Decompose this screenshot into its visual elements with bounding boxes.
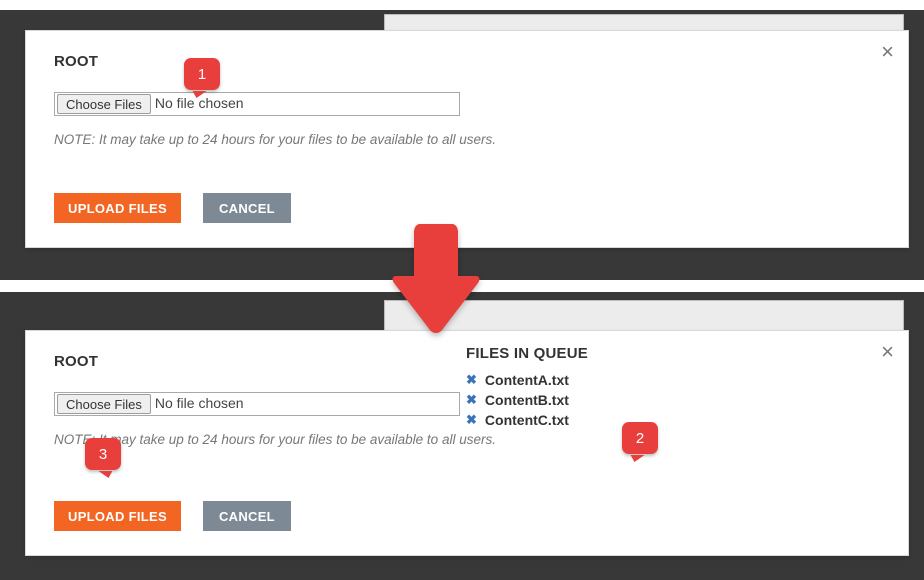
- file-input[interactable]: Choose Files No file chosen: [54, 392, 460, 416]
- upload-modal: × ROOT Choose Files No file chosen NOTE:…: [25, 30, 909, 248]
- note-text: NOTE: It may take up to 24 hours for you…: [54, 432, 880, 447]
- queue-item: ✖ ContentC.txt: [466, 410, 766, 430]
- queue-file-name: ContentA.txt: [485, 372, 569, 388]
- file-input-status: No file chosen: [151, 393, 248, 415]
- choose-files-button[interactable]: Choose Files: [57, 94, 151, 114]
- button-row: UPLOAD FILES CANCEL: [54, 501, 880, 531]
- upload-files-button[interactable]: UPLOAD FILES: [54, 193, 181, 223]
- remove-file-icon[interactable]: ✖: [466, 412, 477, 428]
- upload-modal: × ROOT Choose Files No file chosen NOTE:…: [25, 330, 909, 556]
- background-white-strip: [0, 0, 924, 10]
- queue-title: FILES IN QUEUE: [466, 345, 766, 362]
- note-text: NOTE: It may take up to 24 hours for you…: [54, 132, 880, 147]
- button-row: UPLOAD FILES CANCEL: [54, 193, 880, 223]
- remove-file-icon[interactable]: ✖: [466, 372, 477, 388]
- modal-title: ROOT: [54, 53, 880, 70]
- queue-item: ✖ ContentB.txt: [466, 390, 766, 410]
- choose-files-button[interactable]: Choose Files: [57, 394, 151, 414]
- queue-file-name: ContentB.txt: [485, 392, 569, 408]
- remove-file-icon[interactable]: ✖: [466, 392, 477, 408]
- upload-files-button[interactable]: UPLOAD FILES: [54, 501, 181, 531]
- close-icon[interactable]: ×: [881, 341, 894, 363]
- close-icon[interactable]: ×: [881, 41, 894, 63]
- callout-3: 3: [85, 438, 121, 470]
- queue-file-name: ContentC.txt: [485, 412, 569, 428]
- downward-arrow-icon: [392, 222, 480, 334]
- file-input[interactable]: Choose Files No file chosen: [54, 92, 460, 116]
- callout-1: 1: [184, 58, 220, 90]
- files-in-queue-panel: FILES IN QUEUE ✖ ContentA.txt ✖ ContentB…: [466, 345, 766, 430]
- queue-item: ✖ ContentA.txt: [466, 370, 766, 390]
- cancel-button[interactable]: CANCEL: [203, 193, 291, 223]
- callout-2: 2: [622, 422, 658, 454]
- cancel-button[interactable]: CANCEL: [203, 501, 291, 531]
